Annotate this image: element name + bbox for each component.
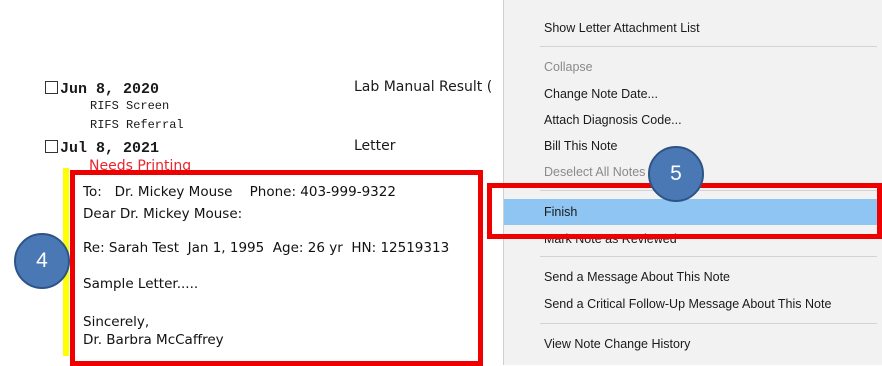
- menu-item-change-note-date[interactable]: Change Note Date...: [504, 82, 882, 106]
- note-type: Lab Manual Result (: [354, 79, 493, 95]
- menu-separator: [540, 256, 877, 257]
- menu-item-view-note-change-history[interactable]: View Note Change History: [504, 332, 882, 356]
- callout-5: 5: [648, 146, 704, 202]
- note-checkbox[interactable]: [45, 81, 58, 94]
- menu-separator: [540, 323, 877, 324]
- menu-item-show-letter-attachment-list[interactable]: Show Letter Attachment List: [504, 16, 882, 40]
- note-row-jul-8-2021[interactable]: Jul 8, 2021: [45, 137, 505, 157]
- menu-item-send-message[interactable]: Send a Message About This Note: [504, 265, 882, 289]
- menu-item-attach-diagnosis-code[interactable]: Attach Diagnosis Code...: [504, 108, 882, 132]
- note-date: Jul 8, 2021: [60, 140, 160, 157]
- annotation-box-letter: [70, 170, 483, 366]
- callout-4: 4: [14, 233, 70, 289]
- note-sub-item: RIFS Screen: [90, 99, 170, 113]
- note-sub-item: RIFS Referral: [90, 118, 184, 132]
- note-checkbox[interactable]: [45, 140, 58, 153]
- menu-separator: [540, 46, 877, 47]
- menu-item-collapse: Collapse: [544, 60, 593, 74]
- note-date: Jun 8, 2020: [60, 81, 160, 98]
- menu-item-send-critical-follow-up[interactable]: Send a Critical Follow-Up Message About …: [504, 292, 882, 316]
- note-type: Letter: [354, 138, 396, 154]
